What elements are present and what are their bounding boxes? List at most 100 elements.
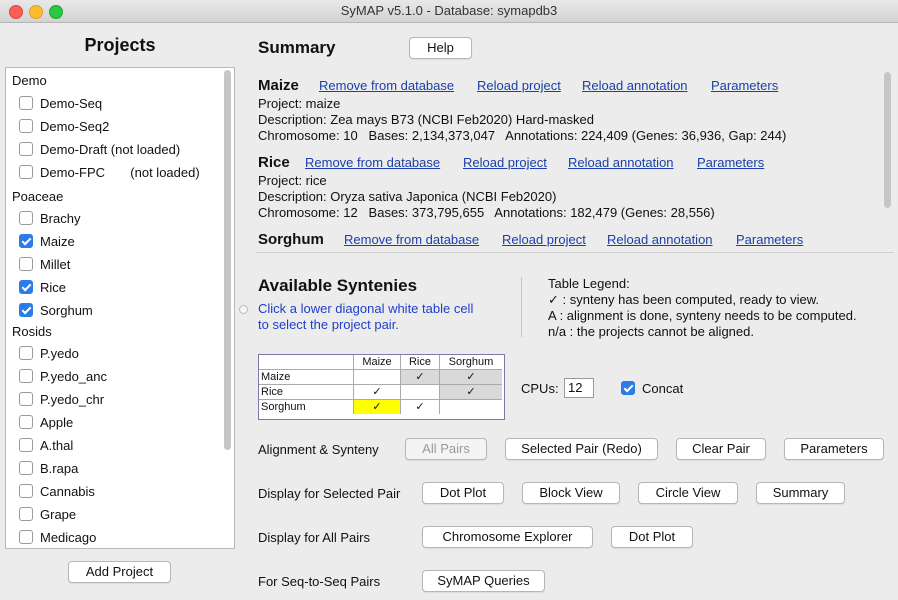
project-item[interactable]: P.yedo_anc xyxy=(19,366,234,388)
seq-to-seq-label: For Seq-to-Seq Pairs xyxy=(258,574,381,589)
checkbox[interactable] xyxy=(19,392,33,406)
checkbox[interactable] xyxy=(19,211,33,225)
synteny-table[interactable]: Maize Rice Sorghum Maize ✓ ✓ Rice ✓ ✓ So… xyxy=(258,354,505,420)
table-cell[interactable] xyxy=(400,384,440,400)
project-item[interactable]: Demo-Draft (not loaded) xyxy=(19,139,234,161)
legend-line-na: n/a : the projects cannot be aligned. xyxy=(548,324,754,339)
column-header: Maize xyxy=(353,355,401,370)
description-line: Description: Oryza sativa Japonica (NCBI… xyxy=(258,189,557,204)
all-pairs-button[interactable]: All Pairs xyxy=(405,438,487,460)
project-item[interactable]: Demo-Seq xyxy=(19,93,234,115)
reload-annotation-link[interactable]: Reload annotation xyxy=(607,232,713,247)
group-label-demo: Demo xyxy=(12,73,47,88)
project-list[interactable]: Demo Demo-Seq Demo-Seq2 Demo-Draft (not … xyxy=(5,67,235,549)
project-item[interactable]: P.yedo_chr xyxy=(19,389,234,411)
circle-view-button[interactable]: Circle View xyxy=(638,482,738,504)
checkbox[interactable] xyxy=(19,530,33,544)
project-line: Project: rice xyxy=(258,173,327,188)
checkbox[interactable] xyxy=(19,346,33,360)
display-selected-label: Display for Selected Pair xyxy=(258,486,401,501)
window-title: SyMAP v5.1.0 - Database: symapdb3 xyxy=(340,3,558,18)
project-name-sorghum: Sorghum xyxy=(258,231,324,248)
checkbox-checked[interactable] xyxy=(19,280,33,294)
clear-pair-button[interactable]: Clear Pair xyxy=(676,438,766,460)
project-item[interactable]: Demo-Seq2 xyxy=(19,116,234,138)
project-item[interactable]: Medicago xyxy=(19,527,234,548)
project-item[interactable]: Grape xyxy=(19,504,234,526)
symap-queries-button[interactable]: SyMAP Queries xyxy=(422,570,545,592)
chromosome-explorer-button[interactable]: Chromosome Explorer xyxy=(422,526,593,548)
parameters-button[interactable]: Parameters xyxy=(784,438,884,460)
checkbox[interactable] xyxy=(19,507,33,521)
checkbox-checked[interactable] xyxy=(19,234,33,248)
reload-project-link[interactable]: Reload project xyxy=(477,78,561,93)
remove-from-database-link[interactable]: Remove from database xyxy=(319,78,454,93)
stats-line: Chromosome: 12 Bases: 373,795,655 Annota… xyxy=(258,205,715,220)
stats-line: Chromosome: 10 Bases: 2,134,373,047 Anno… xyxy=(258,128,787,143)
summary-button[interactable]: Summary xyxy=(756,482,845,504)
remove-from-database-link[interactable]: Remove from database xyxy=(344,232,479,247)
concat-checkbox[interactable] xyxy=(621,381,635,395)
instruction-line-1: Click a lower diagonal white table cell xyxy=(258,301,474,316)
checkbox[interactable] xyxy=(19,165,33,179)
column-header: Sorghum xyxy=(439,355,502,370)
project-item[interactable]: A.thal xyxy=(19,435,234,457)
divider xyxy=(521,277,522,337)
table-cell[interactable]: ✓ xyxy=(400,399,440,414)
checkbox[interactable] xyxy=(19,369,33,383)
project-item[interactable]: P.yedo xyxy=(19,343,234,365)
project-list-scrollbar[interactable] xyxy=(224,70,231,450)
project-item[interactable]: Demo-FPC (not loaded) xyxy=(19,162,234,184)
parameters-link[interactable]: Parameters xyxy=(736,232,803,247)
dot-plot-all-button[interactable]: Dot Plot xyxy=(611,526,693,548)
legend-line-alignment: A : alignment is done, synteny needs to … xyxy=(548,308,857,323)
reload-project-link[interactable]: Reload project xyxy=(502,232,586,247)
checkbox[interactable] xyxy=(19,257,33,271)
project-item[interactable]: Maize xyxy=(19,231,234,253)
reload-project-link[interactable]: Reload project xyxy=(463,155,547,170)
checkbox[interactable] xyxy=(19,96,33,110)
summary-pane: Maize Remove from database Reload projec… xyxy=(256,70,894,253)
project-item[interactable]: Brachy xyxy=(19,208,234,230)
radio-dot[interactable] xyxy=(239,305,248,314)
table-cell: ✓ xyxy=(439,384,502,400)
parameters-link[interactable]: Parameters xyxy=(711,78,778,93)
cpus-label: CPUs: xyxy=(521,381,559,396)
table-cell[interactable]: ✓ xyxy=(353,384,401,400)
project-item[interactable]: B.rapa xyxy=(19,458,234,480)
description-line: Description: Zea mays B73 (NCBI Feb2020)… xyxy=(258,112,594,127)
cpus-input[interactable]: 12 xyxy=(564,378,594,398)
table-cell[interactable] xyxy=(439,399,502,414)
project-item[interactable]: Rice xyxy=(19,277,234,299)
project-item[interactable]: Sorghum xyxy=(19,300,234,322)
reload-annotation-link[interactable]: Reload annotation xyxy=(582,78,688,93)
checkbox[interactable] xyxy=(19,438,33,452)
checkbox-checked[interactable] xyxy=(19,303,33,317)
group-label-rosids: Rosids xyxy=(12,324,52,339)
checkbox[interactable] xyxy=(19,484,33,498)
project-name-rice: Rice xyxy=(258,154,290,171)
dot-plot-button[interactable]: Dot Plot xyxy=(422,482,504,504)
summary-scrollbar[interactable] xyxy=(884,72,891,208)
project-item[interactable]: Apple xyxy=(19,412,234,434)
row-header: Maize xyxy=(259,369,354,385)
project-item[interactable]: Millet xyxy=(19,254,234,276)
reload-annotation-link[interactable]: Reload annotation xyxy=(568,155,674,170)
help-button[interactable]: Help xyxy=(409,37,472,59)
checkbox[interactable] xyxy=(19,461,33,475)
table-cell[interactable] xyxy=(353,369,401,385)
add-project-button[interactable]: Add Project xyxy=(68,561,171,583)
block-view-button[interactable]: Block View xyxy=(522,482,620,504)
table-cell-selected[interactable]: ✓ xyxy=(353,399,401,414)
legend-title: Table Legend: xyxy=(548,276,630,291)
concat-option[interactable]: Concat xyxy=(621,381,683,396)
remove-from-database-link[interactable]: Remove from database xyxy=(305,155,440,170)
checkbox[interactable] xyxy=(19,119,33,133)
selected-pair-redo-button[interactable]: Selected Pair (Redo) xyxy=(505,438,658,460)
summary-title: Summary xyxy=(258,38,336,57)
checkbox[interactable] xyxy=(19,415,33,429)
project-name-maize: Maize xyxy=(258,77,299,94)
checkbox[interactable] xyxy=(19,142,33,156)
project-item[interactable]: Cannabis xyxy=(19,481,234,503)
parameters-link[interactable]: Parameters xyxy=(697,155,764,170)
